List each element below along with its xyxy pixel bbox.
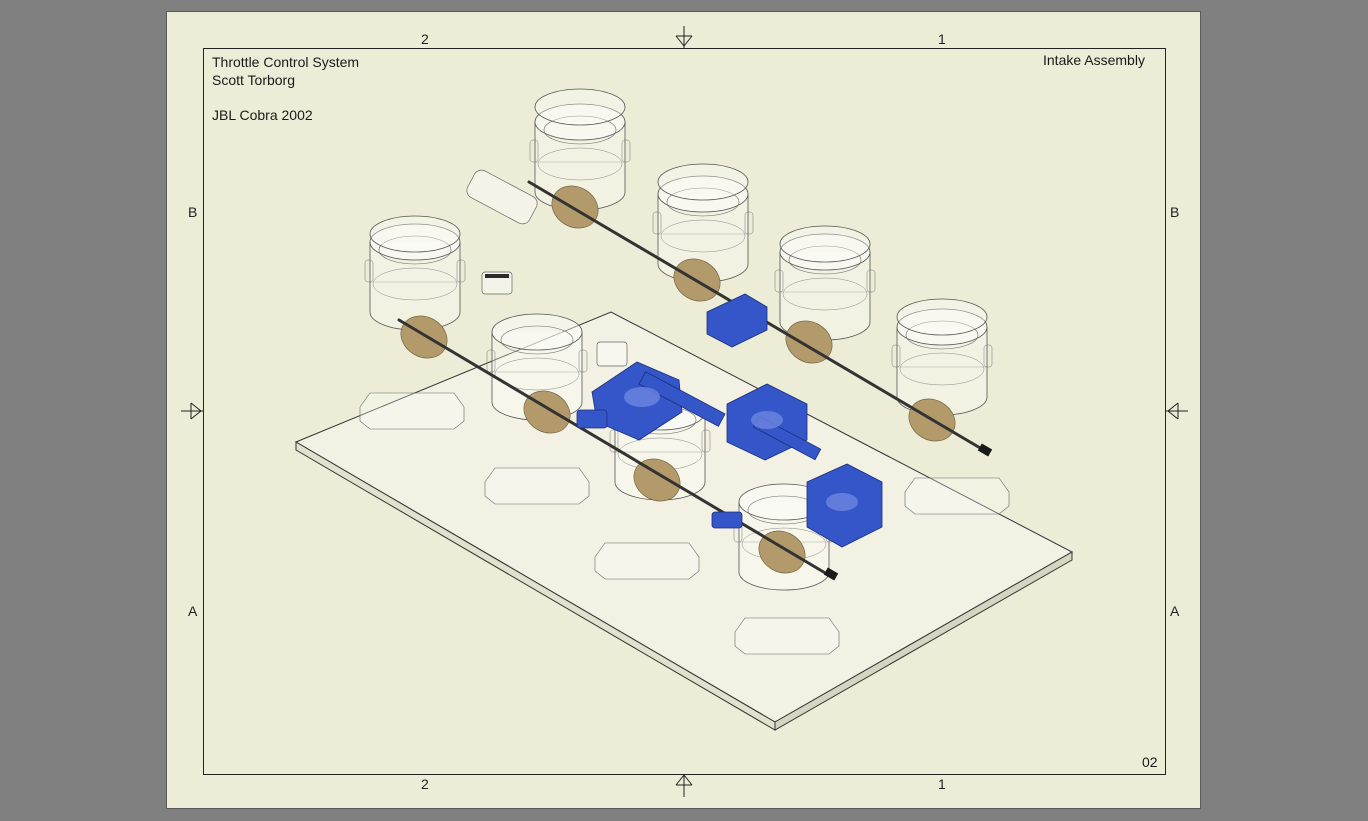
drawing-sheet: 2 1 2 1 B A B A Throttle Control System …: [166, 11, 1201, 809]
intake-assembly-view: [294, 88, 1074, 731]
